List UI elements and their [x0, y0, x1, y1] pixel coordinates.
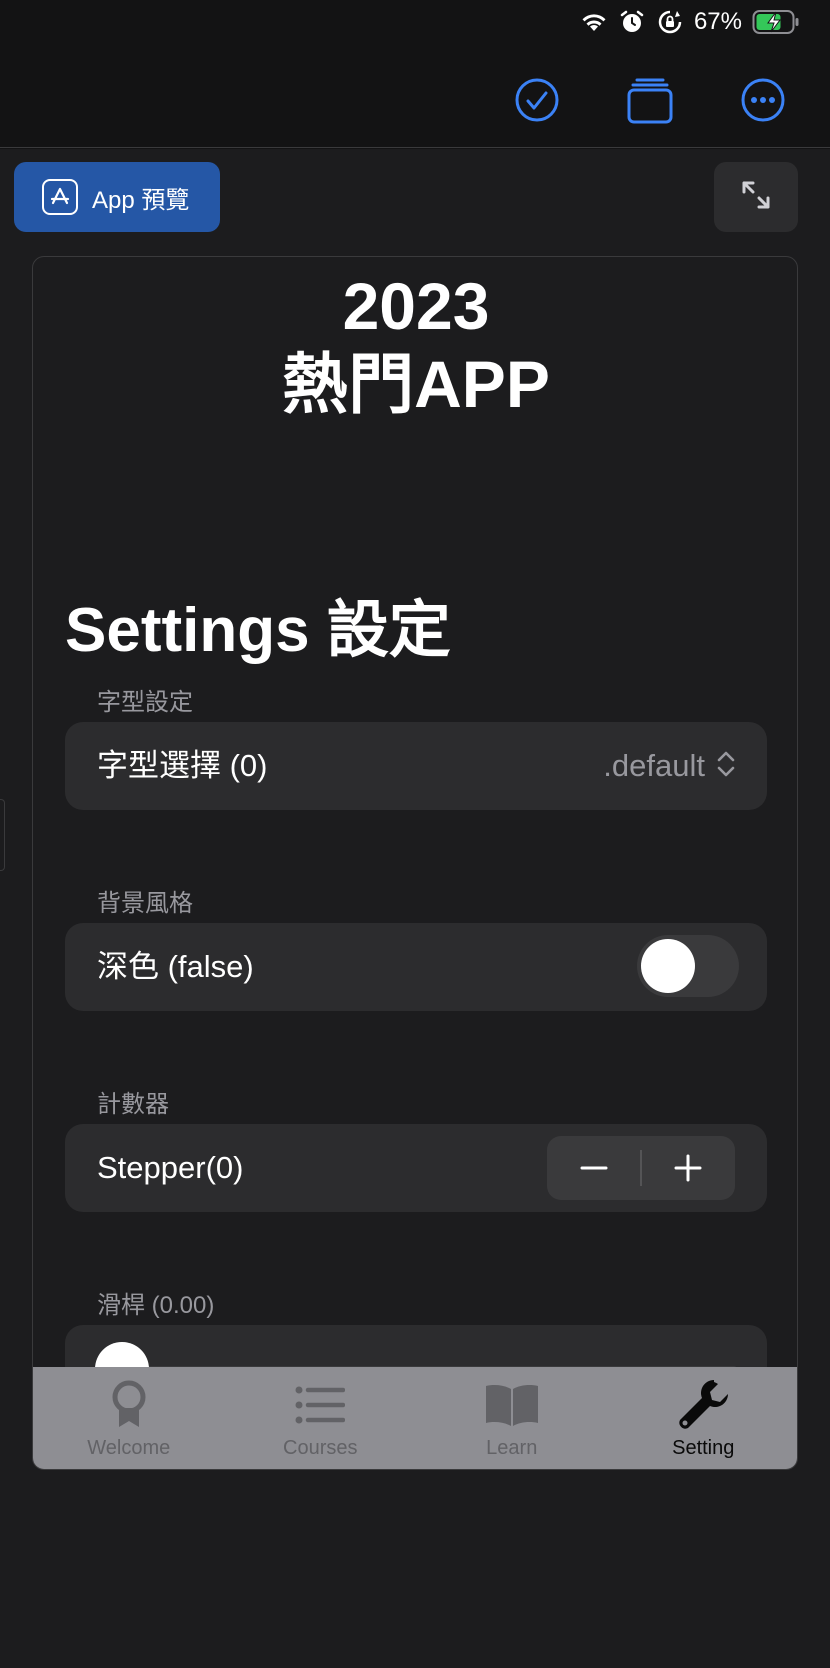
tab-label-welcome: Welcome — [87, 1437, 171, 1459]
list-icon — [290, 1379, 350, 1431]
stepper-divider — [640, 1150, 642, 1186]
hero-subtitle: 熱門APP — [282, 347, 550, 421]
side-handle[interactable] — [0, 799, 5, 871]
more-icon[interactable] — [739, 76, 787, 124]
tab-learn[interactable]: Learn — [416, 1367, 608, 1469]
status-bar: 67% — [0, 0, 830, 48]
app-preview-label: App 預覽 — [92, 186, 190, 214]
stack-icon[interactable] — [626, 76, 674, 124]
battery-charging-icon — [752, 8, 800, 36]
font-picker-label: 字型選擇 (0) — [97, 748, 268, 783]
checkmark-circle-icon[interactable] — [513, 76, 561, 124]
tab-label-setting: Setting — [672, 1437, 735, 1459]
expand-button[interactable] — [714, 162, 798, 232]
tab-bar: Welcome Courses Learn Setting — [33, 1367, 798, 1469]
section-header-background: 背景風格 — [97, 890, 193, 917]
font-picker-value: .default — [603, 748, 705, 783]
stepper-row: Stepper(0) — [65, 1124, 767, 1212]
section-header-slider: 滑桿 (0.00) — [97, 1292, 215, 1319]
tab-label-learn: Learn — [486, 1437, 538, 1459]
app-preview-frame: 2023 熱門APP Settings 設定 字型設定 字型選擇 (0) .de… — [32, 256, 798, 1470]
increment-button[interactable] — [641, 1136, 735, 1200]
app-preview-button[interactable]: App 預覽 — [14, 162, 220, 232]
award-icon — [99, 1379, 159, 1431]
app-store-icon — [42, 179, 78, 215]
battery-percentage: 67% — [693, 8, 742, 35]
minus-icon — [580, 1166, 608, 1170]
dark-mode-row: 深色 (false) — [65, 923, 767, 1011]
chevron-up-down-icon — [715, 749, 737, 784]
stepper-label: Stepper(0) — [97, 1150, 244, 1185]
page-title: Settings 設定 — [65, 596, 451, 665]
section-header-counter: 計數器 — [97, 1091, 169, 1118]
content-area: App 預覽 2023 熱門APP Settings 設定 字型設定 字型選擇 … — [0, 149, 830, 1668]
orientation-lock-icon — [656, 8, 684, 36]
toggle-knob — [641, 939, 695, 993]
dark-mode-label: 深色 (false) — [97, 949, 254, 984]
dark-mode-toggle[interactable] — [637, 935, 739, 997]
hero-year: 2023 — [342, 269, 490, 343]
wifi-icon — [580, 8, 608, 36]
tab-welcome[interactable]: Welcome — [33, 1367, 225, 1469]
stepper — [547, 1136, 735, 1200]
tab-courses[interactable]: Courses — [225, 1367, 417, 1469]
top-toolbar — [0, 48, 830, 148]
font-picker-row[interactable]: 字型選擇 (0) .default — [65, 722, 767, 810]
alarm-icon — [618, 8, 646, 36]
decrement-button[interactable] — [547, 1136, 641, 1200]
book-icon — [482, 1379, 542, 1431]
font-picker[interactable]: .default — [603, 722, 737, 810]
wrench-icon — [673, 1379, 733, 1431]
plus-icon — [674, 1154, 702, 1182]
tab-setting[interactable]: Setting — [608, 1367, 798, 1469]
hero-title: 2023 熱門APP — [33, 267, 797, 423]
expand-arrows-icon — [739, 178, 773, 217]
section-header-font: 字型設定 — [97, 689, 193, 716]
tab-label-courses: Courses — [283, 1437, 358, 1459]
